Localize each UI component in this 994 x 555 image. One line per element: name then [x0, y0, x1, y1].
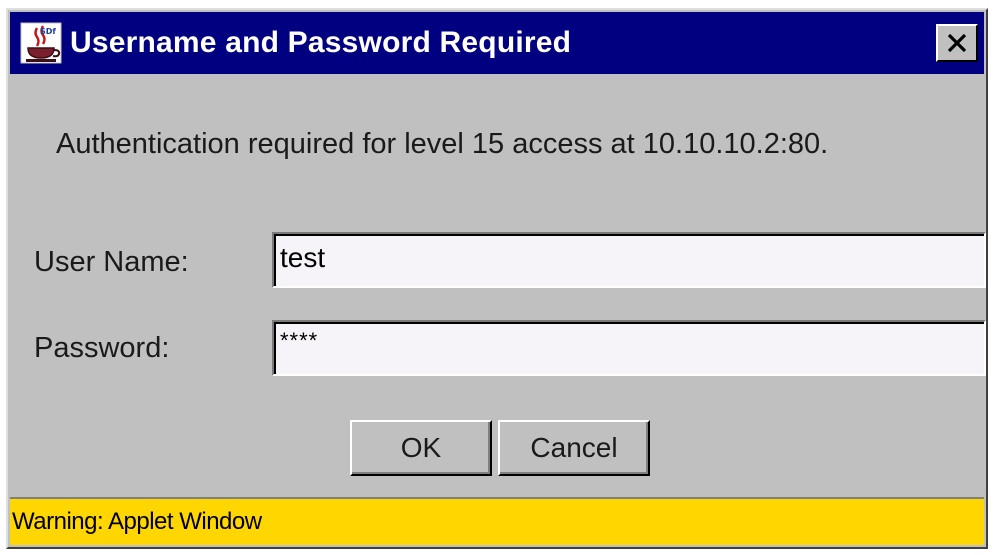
- password-label: Password:: [34, 332, 170, 364]
- username-label: User Name:: [34, 246, 189, 278]
- password-input[interactable]: ****: [272, 320, 986, 376]
- java-applet-icon: SDf: [20, 22, 62, 64]
- applet-warning-bar: Warning: Applet Window: [10, 497, 984, 545]
- close-button[interactable]: [936, 24, 978, 62]
- auth-dialog-window: SDf Username and Password Required Authe…: [6, 8, 988, 549]
- svg-text:SDf: SDf: [40, 27, 56, 36]
- auth-message: Authentication required for level 15 acc…: [56, 128, 829, 160]
- username-input-bevel: [274, 234, 984, 286]
- username-input[interactable]: test: [272, 232, 986, 288]
- window-title: Username and Password Required: [70, 26, 572, 59]
- title-bar[interactable]: SDf Username and Password Required: [10, 12, 984, 74]
- cancel-button[interactable]: Cancel: [498, 420, 650, 476]
- ok-button[interactable]: OK: [350, 420, 492, 476]
- password-input-bevel: [274, 322, 984, 374]
- password-value: ****: [280, 328, 319, 353]
- username-value: test: [280, 242, 326, 273]
- close-icon: [947, 33, 967, 53]
